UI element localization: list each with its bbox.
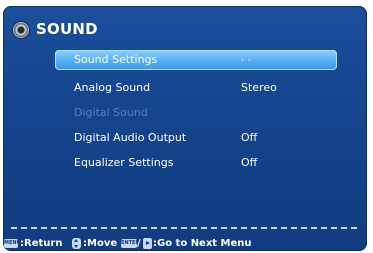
menu-item-digital-audio-output[interactable]: Digital Audio Output Off <box>55 125 337 150</box>
footer-divider <box>11 227 357 229</box>
title-bar: SOUND <box>3 6 367 46</box>
menu-item-label: Sound Settings <box>74 53 158 66</box>
menu-item-label: Digital Audio Output <box>74 131 187 144</box>
menu-key-icon: MENU <box>4 239 21 248</box>
move-hint: :Move <box>83 238 118 249</box>
menu-item-value: Off <box>241 131 258 144</box>
up-down-key-icon <box>72 238 81 249</box>
menu-item-label: Analog Sound <box>74 81 151 94</box>
menu-item-analog-sound[interactable]: Analog Sound Stereo <box>55 75 337 100</box>
key-hints-footer: MENU :Return :Move ENTER / :Go to Next M… <box>3 237 367 251</box>
speaker-icon <box>13 22 29 38</box>
sound-menu-list: Sound Settings › › Analog Sound Stereo D… <box>55 50 337 175</box>
next-menu-hint: :Go to Next Menu <box>153 238 252 249</box>
slash-separator: / <box>137 238 141 249</box>
menu-item-value: Stereo <box>241 81 277 94</box>
menu-item-label: Equalizer Settings <box>74 156 174 169</box>
return-hint: :Return <box>20 238 63 249</box>
page-title: SOUND <box>36 20 98 38</box>
menu-item-label: Digital Sound <box>74 106 148 119</box>
enter-key-icon: ENTER <box>121 239 140 248</box>
submenu-arrow-icon: › › <box>241 56 252 64</box>
menu-item-digital-sound: Digital Sound <box>55 100 337 125</box>
right-arrow-key-icon <box>143 238 152 249</box>
sound-menu-panel: SOUND Sound Settings › › Analog Sound St… <box>3 6 367 251</box>
menu-item-sound-settings[interactable]: Sound Settings › › <box>55 50 337 70</box>
menu-item-value: Off <box>241 156 258 169</box>
menu-item-equalizer-settings[interactable]: Equalizer Settings Off <box>55 150 337 175</box>
